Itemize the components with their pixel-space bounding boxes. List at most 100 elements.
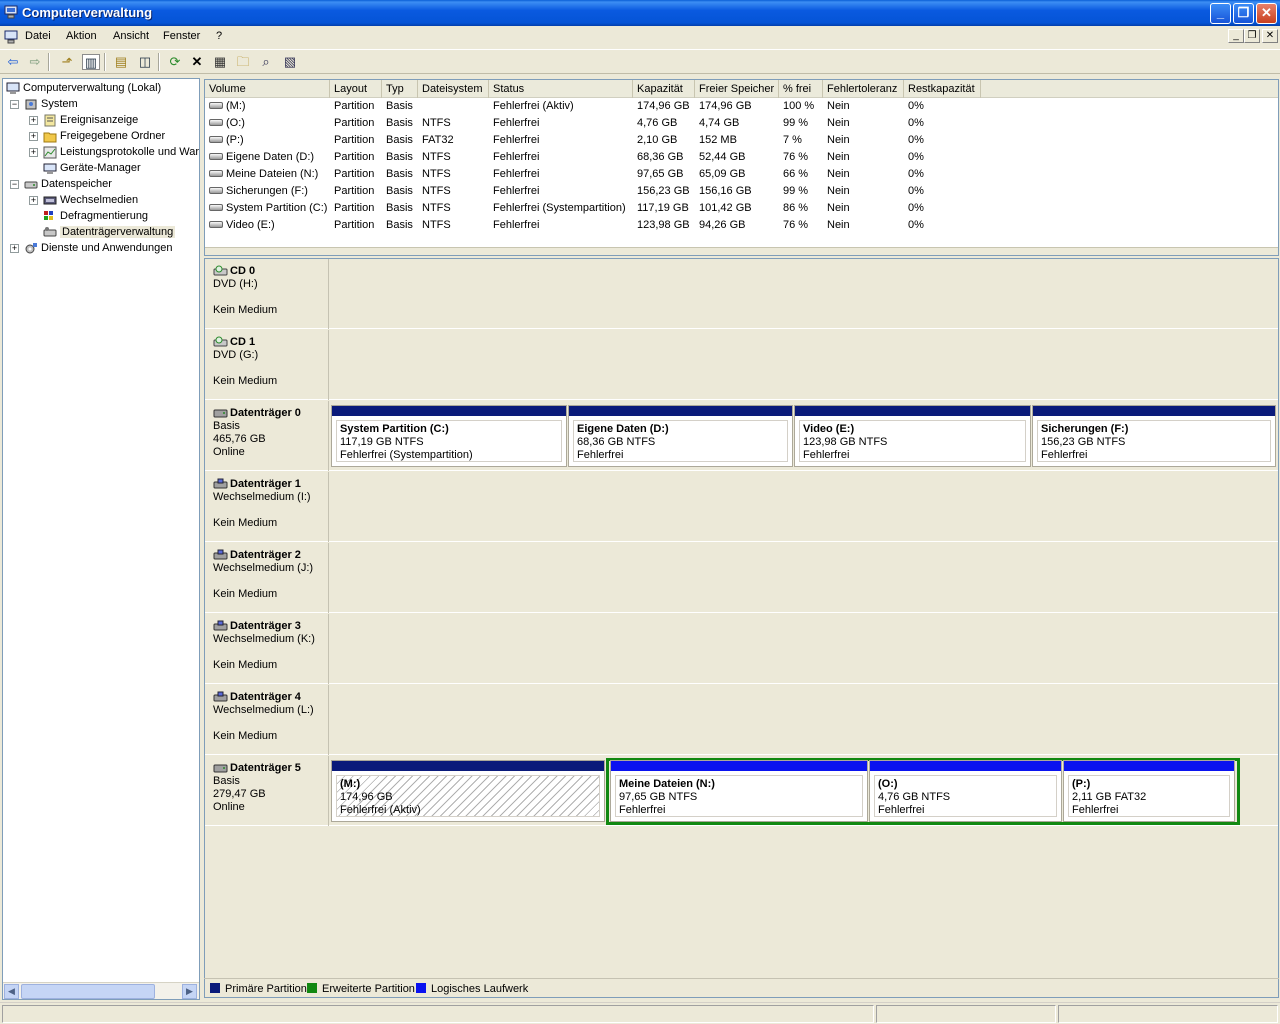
cell-text: NTFS xyxy=(422,151,451,163)
menu-ansicht[interactable]: Ansicht xyxy=(113,30,149,42)
child-minimize-button[interactable]: _ xyxy=(1228,29,1244,43)
partition-m[interactable]: (M:) 174,96 GB Fehlerfrei (Aktiv) xyxy=(331,760,605,822)
expand-leistungsprotokolle-toggle[interactable]: + xyxy=(29,148,38,157)
disk-label-cd1[interactable]: CD 1 DVD (G:) Kein Medium xyxy=(205,330,329,400)
forward-arrow-icon[interactable]: ⇨ xyxy=(26,54,44,70)
back-arrow-icon[interactable]: ⇦ xyxy=(4,54,22,70)
properties-page-icon[interactable]: ▦ xyxy=(211,54,229,70)
disk-label-cd0[interactable]: CD 0 DVD (H:) Kein Medium xyxy=(205,259,329,329)
partition-name: Video (E:) xyxy=(803,423,855,435)
partition-o[interactable]: (O:) 4,76 GB NTFS Fehlerfrei xyxy=(869,760,1062,822)
table-row[interactable]: Video (E:) Partition Basis NTFS Fehlerfrei 12… xyxy=(205,217,1278,234)
column-header-prozent-frei[interactable]: % frei xyxy=(779,80,823,98)
open-folder-icon[interactable]: 🗀 xyxy=(234,54,252,70)
partition-p[interactable]: (P:) 2,11 GB FAT32 Fehlerfrei xyxy=(1063,760,1235,822)
table-cell: Basis xyxy=(382,149,418,166)
tree-horizontal-scrollbar[interactable]: ◀ ▶ xyxy=(3,982,199,999)
child-restore-button[interactable]: ❐ xyxy=(1244,29,1260,43)
properties-icon[interactable]: ▤ xyxy=(112,54,130,70)
partition-d[interactable]: Eigene Daten (D:) 68,36 GB NTFS Fehlerfr… xyxy=(568,405,793,467)
cell-text: 0% xyxy=(908,219,924,231)
menu-aktion[interactable]: Aktion xyxy=(66,30,97,42)
disk-label-d4[interactable]: Datenträger 4 Wechselmedium (L:) Kein Me… xyxy=(205,685,329,755)
settings-icon[interactable]: ▧ xyxy=(281,54,299,70)
expand-ereignisanzeige-toggle[interactable]: + xyxy=(29,116,38,125)
table-cell: Sicherungen (F:) xyxy=(205,183,330,200)
table-row[interactable]: Meine Dateien (N:) Partition Basis NTFS Fehl… xyxy=(205,166,1278,183)
partition-status: Fehlerfrei (Aktiv) xyxy=(340,804,421,816)
disk-label-d3[interactable]: Datenträger 3 Wechselmedium (K:) Kein Me… xyxy=(205,614,329,684)
disk-label-d0[interactable]: Datenträger 0 Basis 465,76 GB Online xyxy=(205,401,329,471)
refresh-icon[interactable]: ⟳ xyxy=(166,54,184,70)
cell-text: FAT32 xyxy=(422,134,454,146)
legend-primary: Primäre Partition xyxy=(210,983,307,995)
column-header-dateisystem[interactable]: Dateisystem xyxy=(418,80,489,98)
close-button[interactable]: ✕ xyxy=(1256,3,1277,24)
tree-node-ereignisanzeige[interactable]: Ereignisanzeige xyxy=(43,112,138,128)
table-row[interactable]: Sicherungen (F:) Partition Basis NTFS Fehler… xyxy=(205,183,1278,200)
collapse-system-toggle[interactable]: − xyxy=(10,100,19,109)
tree-node-geraete-manager[interactable]: Geräte-Manager xyxy=(43,160,141,176)
table-row[interactable]: (P:) Partition Basis FAT32 Fehlerfrei 2,10 GB… xyxy=(205,132,1278,149)
table-cell: Nein xyxy=(823,98,904,115)
table-row[interactable]: (M:) Partition Basis Fehlerfrei (Aktiv) 174,… xyxy=(205,98,1278,115)
cell-text: Fehlerfrei (Systempartition) xyxy=(493,202,626,214)
partition-f[interactable]: Sicherungen (F:) 156,23 GB NTFS Fehlerfr… xyxy=(1032,405,1276,467)
legend-primary-label: Primäre Partition xyxy=(225,983,307,995)
column-header-volume[interactable]: Volume xyxy=(205,80,330,98)
disk-label-d5[interactable]: Datenträger 5 Basis 279,47 GB Online xyxy=(205,756,329,826)
scroll-left-arrow-icon[interactable]: ◀ xyxy=(4,984,19,999)
column-header-typ[interactable]: Typ xyxy=(382,80,418,98)
collapse-datenspeicher-toggle[interactable]: − xyxy=(10,180,19,189)
child-close-button[interactable]: ✕ xyxy=(1262,29,1278,43)
tree-node-defragmentierung[interactable]: Defragmentierung xyxy=(43,208,148,224)
column-header-fehlertoleranz[interactable]: Fehlertoleranz xyxy=(823,80,904,98)
delete-icon[interactable]: ✕ xyxy=(188,54,206,70)
tree-node-wechselmedien[interactable]: Wechselmedien xyxy=(43,192,138,208)
table-cell: 117,19 GB xyxy=(633,200,695,217)
menu-datei[interactable]: Datei xyxy=(25,30,51,42)
tree-node-freigegebene-ordner[interactable]: Freigegebene Ordner xyxy=(43,128,165,144)
cell-text: 66 % xyxy=(783,168,809,180)
table-cell: 156,23 GB xyxy=(633,183,695,200)
tree-node-root[interactable]: Computerverwaltung (Lokal) xyxy=(6,80,161,96)
tree-node-dienste[interactable]: Dienste und Anwendungen xyxy=(24,240,173,256)
maximize-button[interactable]: ❐ xyxy=(1233,3,1254,24)
table-row[interactable]: System Partition (C:) Partition Basis NTFS F… xyxy=(205,200,1278,217)
scroll-right-arrow-icon[interactable]: ▶ xyxy=(182,984,197,999)
expand-freigegebene-ordner-toggle[interactable]: + xyxy=(29,132,38,141)
tree-node-datentraegerverwaltung[interactable]: Datenträgerverwaltung xyxy=(43,224,176,240)
mdi-child-icon[interactable] xyxy=(4,30,18,44)
volume-list-splitter[interactable] xyxy=(205,247,1278,255)
search-icon[interactable]: ⌕ xyxy=(257,54,275,70)
disk-label-d2[interactable]: Datenträger 2 Wechselmedium (J:) Kein Me… xyxy=(205,543,329,613)
table-row[interactable]: Eigene Daten (D:) Partition Basis NTFS Fehle… xyxy=(205,149,1278,166)
expand-wechselmedien-toggle[interactable]: + xyxy=(29,196,38,205)
column-header-freier-speicher[interactable]: Freier Speicher xyxy=(695,80,779,98)
show-hide-tree-icon[interactable]: ▥ xyxy=(82,54,100,70)
partition-e[interactable]: Video (E:) 123,98 GB NTFS Fehlerfrei xyxy=(794,405,1031,467)
table-cell: Fehlerfrei xyxy=(489,217,633,234)
column-header-layout[interactable]: Layout xyxy=(330,80,382,98)
cell-text: Basis xyxy=(386,219,413,231)
minimize-button[interactable]: _ xyxy=(1210,3,1231,24)
menu-fenster[interactable]: Fenster xyxy=(163,30,200,42)
menu-help[interactable]: ? xyxy=(216,30,222,42)
table-row[interactable]: (O:) Partition Basis NTFS Fehlerfrei 4,76 GB 4… xyxy=(205,115,1278,132)
column-header-restkapazitaet[interactable]: Restkapazität xyxy=(904,80,981,98)
column-header-kapazitaet[interactable]: Kapazität xyxy=(633,80,695,98)
export-list-icon[interactable]: ◫ xyxy=(136,54,154,70)
tree-node-system[interactable]: System xyxy=(24,96,78,112)
table-cell: 156,16 GB xyxy=(695,183,779,200)
tree-node-leistungsprotokolle[interactable]: Leistungsprotokolle und War xyxy=(43,144,199,160)
scrollbar-thumb[interactable] xyxy=(21,984,155,999)
expand-dienste-toggle[interactable]: + xyxy=(10,244,19,253)
column-header-status[interactable]: Status xyxy=(489,80,633,98)
up-folder-icon[interactable]: ⬏ xyxy=(58,54,76,70)
table-cell: 94,26 GB xyxy=(695,217,779,234)
cell-text: NTFS xyxy=(422,202,451,214)
tree-node-datenspeicher[interactable]: Datenspeicher xyxy=(24,176,112,192)
disk-label-d1[interactable]: Datenträger 1 Wechselmedium (I:) Kein Me… xyxy=(205,472,329,542)
partition-n[interactable]: Meine Dateien (N:) 97,65 GB NTFS Fehlerf… xyxy=(610,760,868,822)
partition-c[interactable]: System Partition (C:) 117,19 GB NTFS Feh… xyxy=(331,405,567,467)
